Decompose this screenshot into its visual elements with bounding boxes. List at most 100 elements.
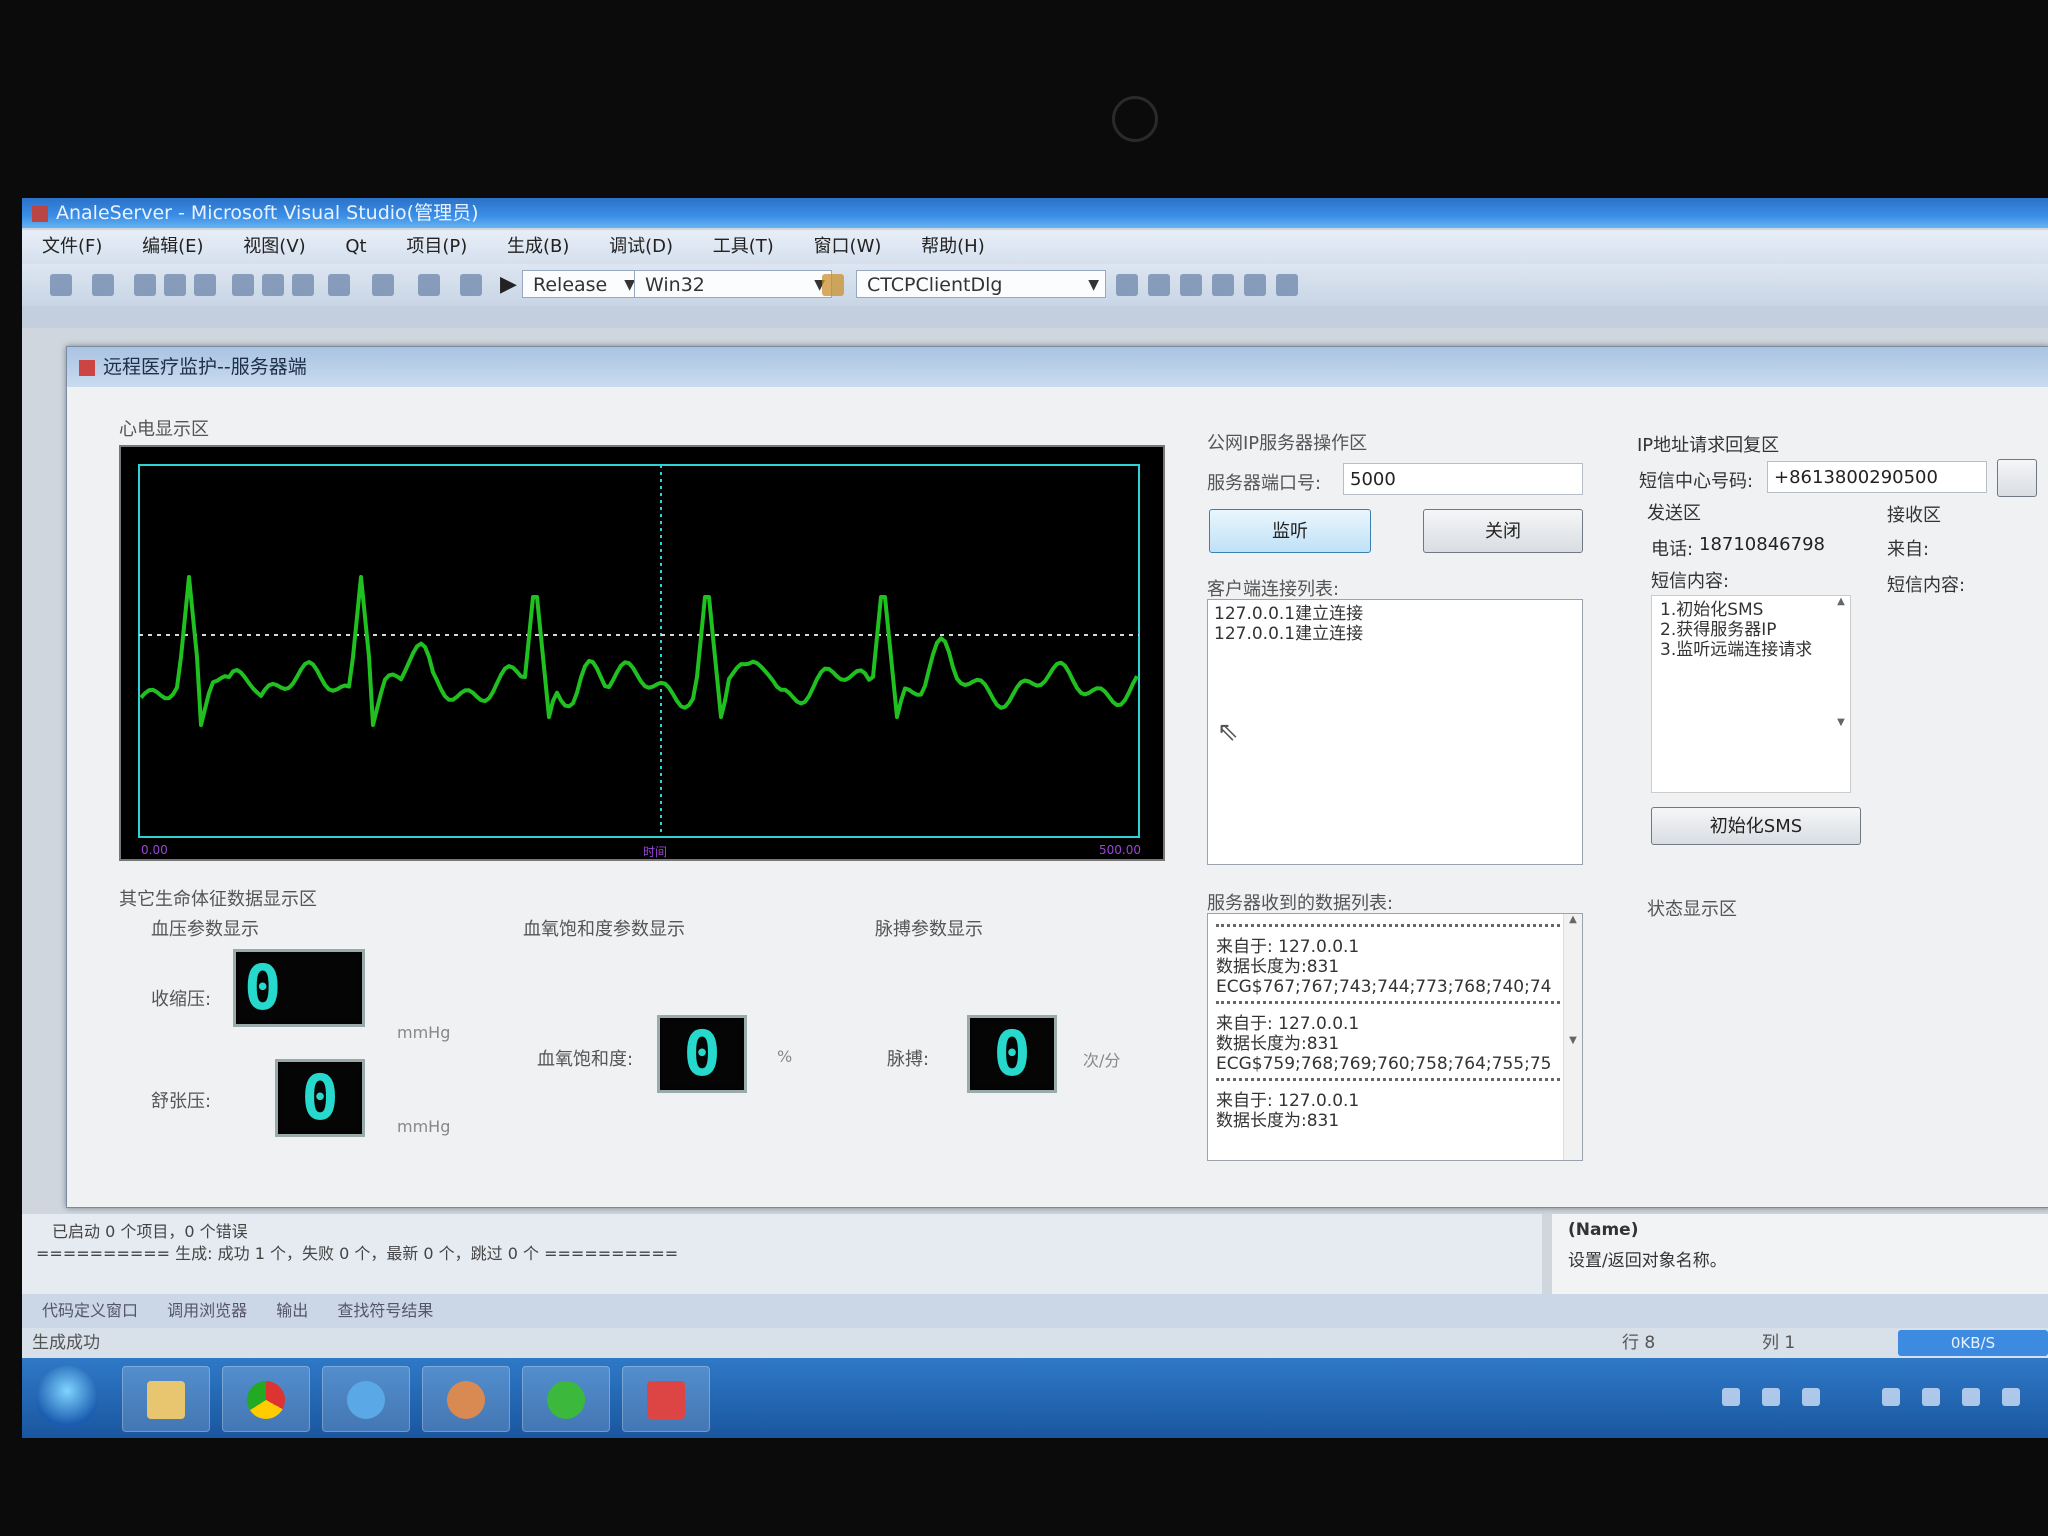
tray-icon[interactable] <box>1762 1388 1780 1406</box>
menu-window[interactable]: 窗口(W) <box>814 236 882 257</box>
ecg-display: 0.00 时间 500.00 <box>119 445 1165 861</box>
listen-button[interactable]: 监听 <box>1209 509 1371 553</box>
network-icon[interactable] <box>1962 1388 1980 1406</box>
server-dialog: 远程医疗监护--服务器端 心电显示区 0.00 时间 500.00 其它生命体征… <box>66 346 2048 1208</box>
init-sms-button[interactable]: 初始化SMS <box>1651 807 1861 845</box>
chrome-taskbar-button[interactable] <box>222 1366 310 1432</box>
save-all-icon[interactable] <box>194 274 216 296</box>
sms-steps-scrollbar[interactable]: ▲ ▼ <box>1832 596 1850 792</box>
save-icon[interactable] <box>164 274 186 296</box>
platform-combo[interactable]: Win32 ▼ <box>634 270 832 298</box>
systolic-label: 收缩压: <box>151 989 212 1010</box>
menu-debug[interactable]: 调试(D) <box>609 236 673 257</box>
green-orb-icon <box>547 1381 585 1419</box>
class-view-icon[interactable] <box>822 274 844 296</box>
ecg-plot <box>138 464 1140 838</box>
redo-icon[interactable] <box>372 274 394 296</box>
list-item[interactable]: 127.0.0.1建立连接 <box>1214 624 1576 644</box>
object-browser-icon[interactable] <box>1180 274 1202 296</box>
add-item-icon[interactable] <box>92 274 114 296</box>
tab-output[interactable]: 输出 <box>276 1301 308 1320</box>
phone-input[interactable]: 18710846798 <box>1693 529 1843 561</box>
received-label: 服务器收到的数据列表: <box>1207 893 1394 914</box>
tab-call-browser[interactable]: 调用浏览器 <box>167 1301 247 1320</box>
cut-icon[interactable] <box>232 274 254 296</box>
clients-list[interactable]: 127.0.0.1建立连接 127.0.0.1建立连接 <box>1207 599 1583 865</box>
start-page-icon[interactable] <box>1244 274 1266 296</box>
start-debug-icon[interactable]: ▶ <box>500 272 517 297</box>
class-value: CTCPClientDlg <box>867 274 1003 296</box>
list-item: 2.获得服务器IP <box>1660 620 1777 640</box>
solution-explorer-icon[interactable] <box>1116 274 1138 296</box>
open-icon[interactable] <box>134 274 156 296</box>
app-taskbar-button[interactable] <box>522 1366 610 1432</box>
find-icon[interactable] <box>460 274 482 296</box>
phone-label: 电话: <box>1651 539 1694 560</box>
menu-file[interactable]: 文件(F) <box>42 236 102 257</box>
menu-build[interactable]: 生成(B) <box>507 236 569 257</box>
chevron-down-icon: ▼ <box>1088 277 1099 293</box>
received-list[interactable]: 来自于: 127.0.0.1 数据长度为:831 ECG$767;767;743… <box>1207 913 1583 1161</box>
ie-taskbar-button[interactable] <box>322 1366 410 1432</box>
copy-icon[interactable] <box>262 274 284 296</box>
port-input[interactable]: 5000 <box>1343 463 1583 495</box>
output-pane: 已启动 0 个项目，0 个错误 ========== 生成: 成功 1 个，失败… <box>22 1214 1542 1294</box>
spo2-display: 0 <box>657 1015 747 1093</box>
clients-label: 客户端连接列表: <box>1207 579 1340 600</box>
vs-app-icon <box>32 205 48 222</box>
received-length: 数据长度为:831 <box>1216 1111 1340 1131</box>
menu-tools[interactable]: 工具(T) <box>713 236 774 257</box>
properties-pane: (Name) 设置/返回对象名称。 <box>1552 1214 2048 1294</box>
status-row: 行 8 <box>1622 1333 1656 1353</box>
start-button[interactable] <box>36 1366 98 1428</box>
paste-icon[interactable] <box>292 274 314 296</box>
menu-edit[interactable]: 编辑(E) <box>142 236 203 257</box>
sms-steps-list[interactable]: 1.初始化SMS 2.获得服务器IP 3.监听远端连接请求 ▲ ▼ <box>1651 595 1851 793</box>
volume-icon[interactable] <box>2002 1388 2020 1406</box>
tab-code-definition[interactable]: 代码定义窗口 <box>42 1301 138 1320</box>
ecg-x-min: 0.00 <box>141 843 168 857</box>
spo2-unit: % <box>777 1047 793 1066</box>
systolic-display: 0 <box>233 949 365 1027</box>
divider <box>1216 1001 1560 1004</box>
vitals-section-label: 其它生命体征数据显示区 <box>119 889 317 910</box>
tab-find-symbol[interactable]: 查找符号结果 <box>337 1301 433 1320</box>
undo-icon[interactable] <box>328 274 350 296</box>
server-taskbar-button[interactable] <box>622 1366 710 1432</box>
sms-center-button[interactable] <box>1997 459 2037 497</box>
ecg-section-label: 心电显示区 <box>119 419 209 440</box>
menu-help[interactable]: 帮助(H) <box>921 236 985 257</box>
toolbox-icon[interactable] <box>1212 274 1234 296</box>
solution-config-combo[interactable]: Release ▼ <box>522 270 642 298</box>
flag-icon[interactable] <box>1922 1388 1940 1406</box>
ecg-x-title: 时间 <box>643 845 668 859</box>
spo2-label: 血氧饱和度: <box>537 1049 634 1070</box>
tray-icon[interactable] <box>1802 1388 1820 1406</box>
new-project-icon[interactable] <box>50 274 72 296</box>
received-scrollbar[interactable]: ▲ ▼ <box>1563 914 1582 1160</box>
received-from: 来自于: 127.0.0.1 <box>1216 1014 1360 1034</box>
receive-section-label: 接收区 <box>1887 505 1941 526</box>
properties-icon[interactable] <box>1148 274 1170 296</box>
list-item[interactable]: 127.0.0.1建立连接 <box>1214 604 1576 624</box>
navigate-icon[interactable] <box>418 274 440 296</box>
property-desc: 设置/返回对象名称。 <box>1568 1251 1727 1271</box>
menu-view[interactable]: 视图(V) <box>243 236 305 257</box>
close-button[interactable]: 关闭 <box>1423 509 1583 553</box>
vs-taskbar-button[interactable] <box>422 1366 510 1432</box>
tray-icon[interactable] <box>1882 1388 1900 1406</box>
vs-menu-bar: 文件(F) 编辑(E) 视图(V) Qt 项目(P) 生成(B) 调试(D) 工… <box>22 230 2048 264</box>
dialog-title-bar: 远程医疗监护--服务器端 <box>67 347 2048 387</box>
menu-qt[interactable]: Qt <box>345 236 366 257</box>
menu-project[interactable]: 项目(P) <box>406 236 467 257</box>
property-name: (Name) <box>1568 1220 1639 1240</box>
explorer-taskbar-button[interactable] <box>122 1366 210 1432</box>
class-combo[interactable]: CTCPClientDlg ▼ <box>856 270 1106 298</box>
tray-icon[interactable] <box>1722 1388 1740 1406</box>
chrome-icon <box>247 1381 285 1419</box>
ecg-waveform <box>139 575 1139 727</box>
more-tools-icon[interactable] <box>1276 274 1298 296</box>
vs-title: AnaleServer - Microsoft Visual Studio(管理… <box>56 202 479 224</box>
received-data: ECG$759;768;769;760;758;764;755;75 <box>1216 1054 1552 1074</box>
sms-center-input[interactable]: +8613800290500 <box>1767 461 1987 493</box>
